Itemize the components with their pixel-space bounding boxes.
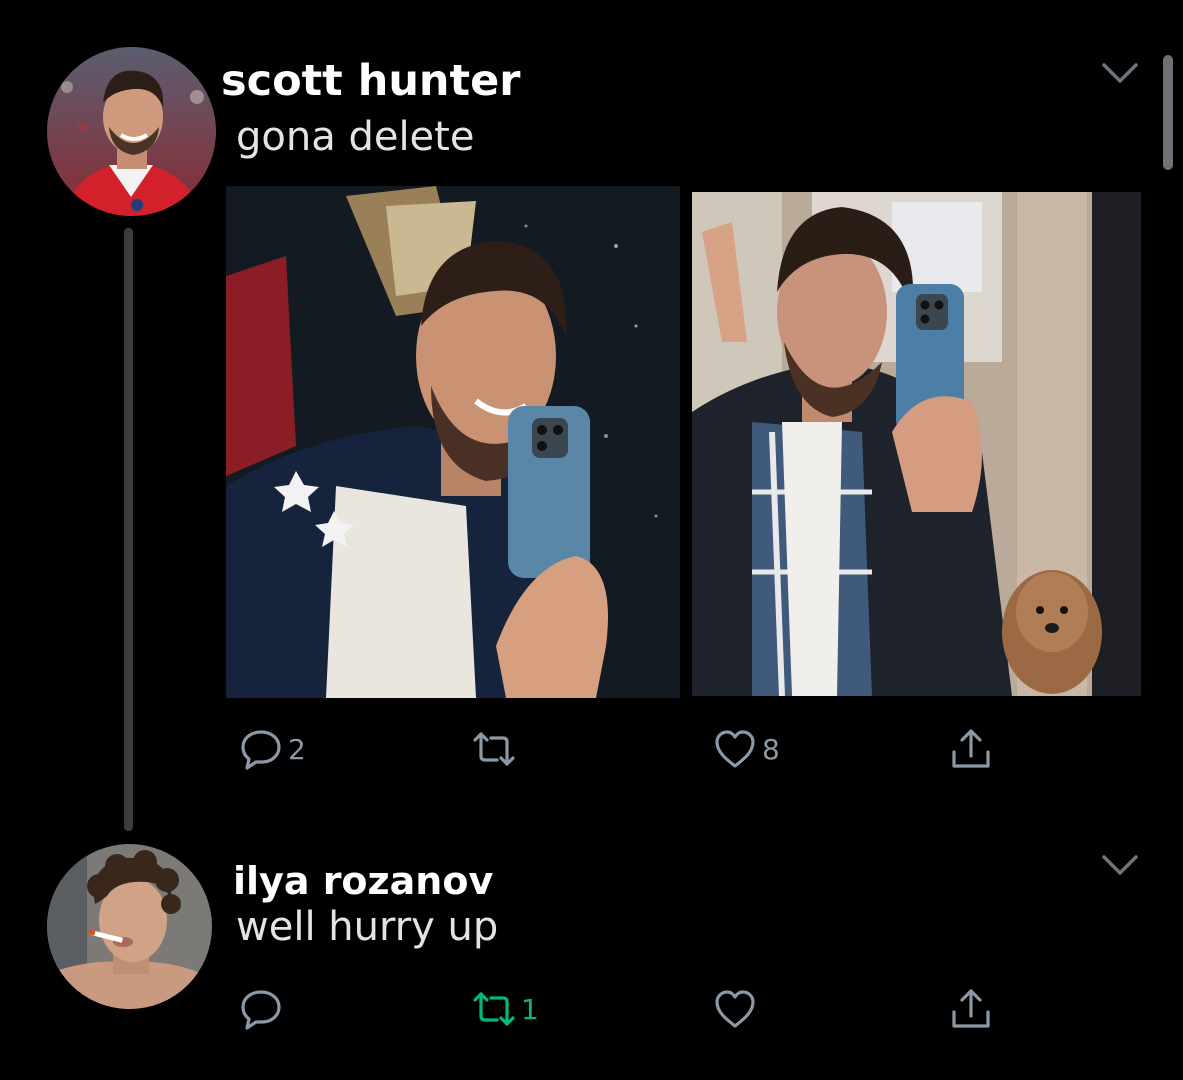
retweet-button[interactable]: 1 — [471, 986, 539, 1032]
tweet-text: well hurry up — [236, 904, 499, 950]
tweet-photo-1[interactable] — [226, 186, 680, 698]
avatar[interactable] — [47, 844, 212, 1009]
share-button[interactable] — [948, 726, 994, 772]
reply-button[interactable] — [238, 986, 288, 1032]
share-icon — [948, 986, 994, 1032]
like-count: 8 — [762, 732, 780, 766]
thread-line — [124, 228, 133, 831]
retweet-count: 1 — [521, 992, 539, 1026]
retweet-icon — [471, 726, 517, 772]
display-name[interactable]: scott hunter — [221, 56, 520, 106]
photo-selfie-2-icon — [692, 192, 1141, 696]
heart-icon — [712, 986, 758, 1032]
tweet-text: gona delete — [236, 114, 475, 160]
more-options-chevron-icon[interactable] — [1102, 62, 1138, 84]
retweet-button[interactable] — [471, 726, 521, 772]
reply-icon — [238, 986, 284, 1032]
display-name[interactable]: ilya rozanov — [233, 859, 493, 903]
more-options-chevron-icon[interactable] — [1102, 854, 1138, 876]
reply-icon — [238, 726, 284, 772]
scrollbar[interactable] — [1163, 55, 1173, 170]
photo-selfie-1-icon — [226, 186, 680, 698]
reply-count: 2 — [288, 732, 306, 766]
reply-button[interactable]: 2 — [238, 726, 306, 772]
avatar[interactable] — [47, 47, 216, 216]
share-icon — [948, 726, 994, 772]
retweet-icon — [471, 986, 517, 1032]
share-button[interactable] — [948, 986, 994, 1032]
like-button[interactable] — [712, 986, 762, 1032]
like-button[interactable]: 8 — [712, 726, 780, 772]
avatar-image — [47, 844, 212, 1009]
tweet-photo-2[interactable] — [692, 192, 1141, 696]
heart-icon — [712, 726, 758, 772]
avatar-image — [47, 47, 216, 216]
